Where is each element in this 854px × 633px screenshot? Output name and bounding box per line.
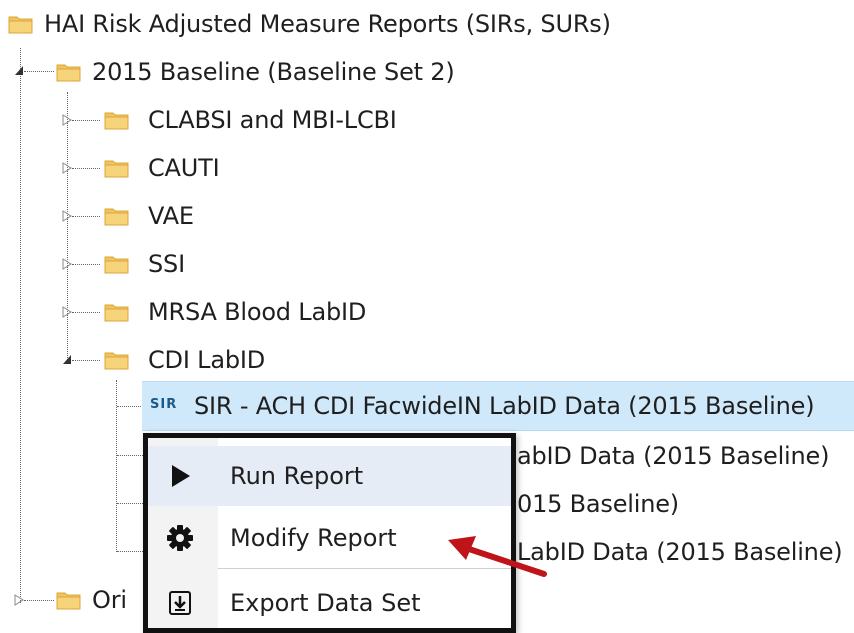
tree-connector [24, 600, 54, 601]
folder-icon [104, 208, 129, 226]
tree-node-cdi[interactable]: CDI LabID [104, 343, 265, 377]
tree-connector [117, 551, 143, 552]
collapsed-arrow-icon[interactable] [14, 594, 24, 606]
tree-connector [117, 455, 143, 456]
tree-node-label: CDI LabID [148, 346, 266, 374]
tree-connector [117, 406, 143, 407]
tree-connector [67, 92, 68, 360]
folder-icon [104, 160, 129, 178]
menu-item-export-data-set[interactable]: Export Data Set [148, 573, 511, 633]
collapsed-arrow-icon[interactable] [62, 306, 72, 318]
tree-node-label: SSI [148, 250, 185, 278]
tree-connector [72, 168, 100, 169]
report-item-sir-ach-cdi[interactable]: SIR - ACH CDI FacwideIN LabID Data (2015… [194, 389, 815, 423]
tree-connector [72, 312, 100, 313]
tree-node-mrsa[interactable]: MRSA Blood LabID [104, 295, 366, 329]
tree-node-label: Ori [92, 586, 127, 614]
report-label: 015 Baseline) [517, 490, 679, 518]
collapsed-arrow-icon[interactable] [62, 258, 72, 270]
tree-node-baseline[interactable]: 2015 Baseline (Baseline Set 2) [56, 55, 455, 89]
tree-node-ssi[interactable]: SSI [104, 247, 185, 281]
tree-connector [117, 503, 143, 504]
tree-connector [24, 71, 54, 72]
folder-icon [56, 592, 81, 610]
collapsed-arrow-icon[interactable] [62, 114, 72, 126]
menu-item-label: Run Report [230, 462, 364, 490]
report-label: LabID Data (2015 Baseline) [517, 538, 843, 566]
tree-node-label: CLABSI and MBI-LCBI [148, 106, 397, 134]
tree-node-cauti[interactable]: CAUTI [104, 151, 220, 185]
folder-icon [104, 112, 129, 130]
folder-icon [56, 64, 81, 82]
report-item[interactable]: LabID Data (2015 Baseline) [517, 535, 843, 569]
sir-report-icon: SIR [150, 397, 178, 412]
tree-root-node[interactable]: HAI Risk Adjusted Measure Reports (SIRs,… [8, 7, 611, 41]
annotation-arrow-icon [448, 536, 547, 577]
expanded-arrow-icon[interactable] [62, 353, 72, 365]
tree-connector [72, 264, 100, 265]
folder-icon [8, 16, 33, 34]
report-item[interactable]: 015 Baseline) [517, 487, 679, 521]
folder-icon [104, 352, 129, 370]
tree-node-label: 2015 Baseline (Baseline Set 2) [92, 58, 455, 86]
tree-node-vae[interactable]: VAE [104, 199, 194, 233]
tree-node-label: CAUTI [148, 154, 220, 182]
tree-node-label: MRSA Blood LabID [148, 298, 367, 326]
tree-node-original-baseline[interactable]: Ori [56, 583, 127, 617]
expanded-arrow-icon[interactable] [14, 64, 24, 76]
collapsed-arrow-icon[interactable] [62, 210, 72, 222]
menu-item-label: Export Data Set [230, 589, 421, 617]
export-icon [169, 591, 191, 615]
tree-connector [72, 360, 100, 361]
folder-icon [104, 256, 129, 274]
gear-icon [167, 525, 193, 551]
menu-item-run-report[interactable]: Run Report [148, 446, 511, 506]
menu-item-label: Modify Report [230, 524, 397, 552]
tree-connector [20, 48, 21, 603]
report-label: SIR - ACH CDI FacwideIN LabID Data (2015… [194, 392, 815, 420]
tree-node-label: HAI Risk Adjusted Measure Reports (SIRs,… [44, 10, 611, 38]
play-icon [172, 465, 190, 487]
tree-connector [72, 216, 100, 217]
tree-connector [72, 120, 100, 121]
report-label: abID Data (2015 Baseline) [517, 442, 830, 470]
collapsed-arrow-icon[interactable] [62, 162, 72, 174]
report-item[interactable]: abID Data (2015 Baseline) [517, 439, 829, 473]
folder-icon [104, 304, 129, 322]
tree-node-label: VAE [148, 202, 194, 230]
tree-node-clabsi[interactable]: CLABSI and MBI-LCBI [104, 103, 397, 137]
